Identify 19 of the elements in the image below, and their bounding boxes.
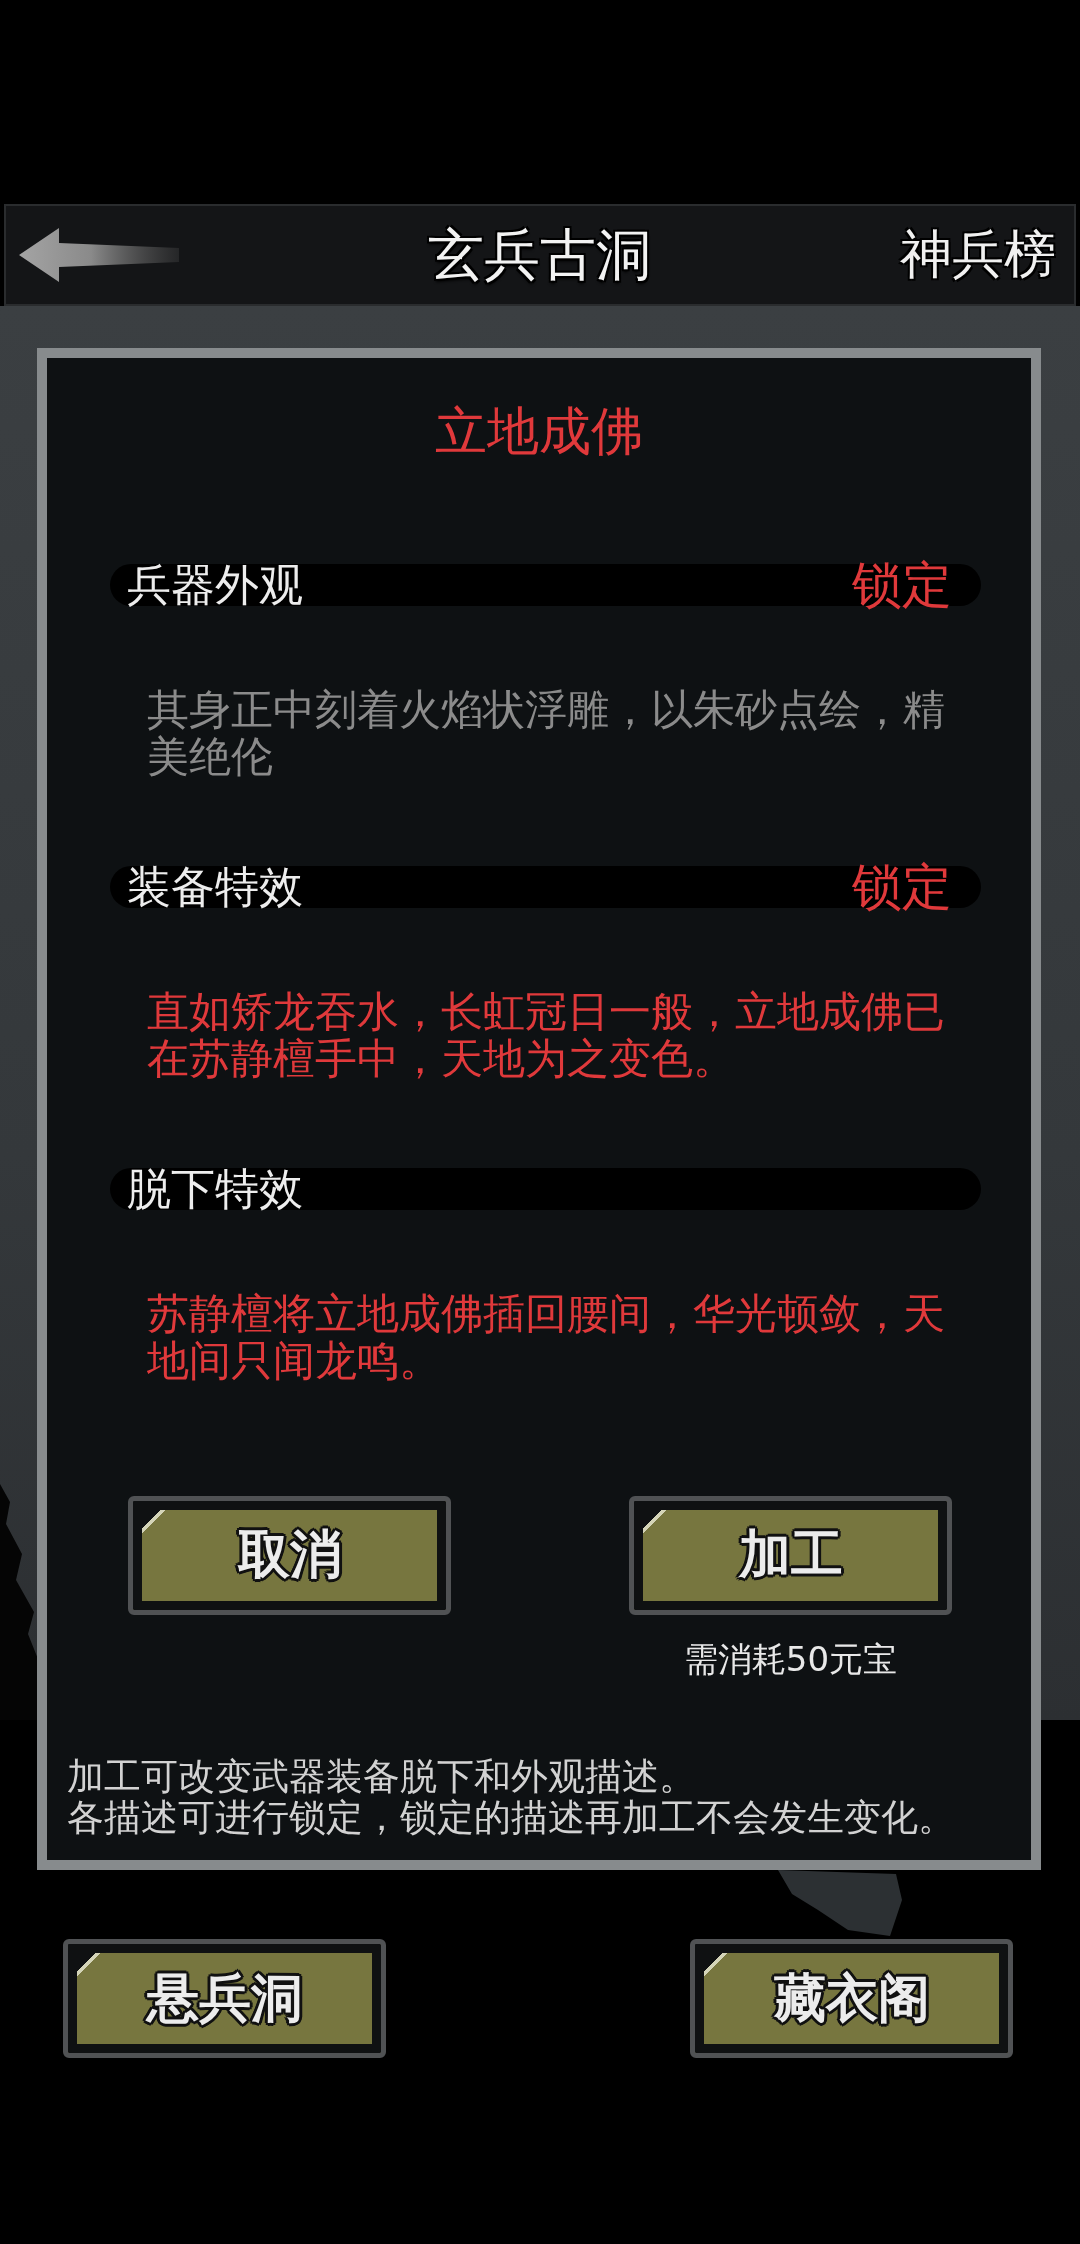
process-button[interactable]: 加工 bbox=[629, 1495, 952, 1615]
nav-button[interactable]: 悬兵洞 bbox=[63, 1939, 386, 2058]
cost-note: 需消耗50元宝 bbox=[683, 1638, 898, 1680]
section-title: 兵器外观 bbox=[127, 562, 303, 607]
lock-button[interactable]: 锁定 bbox=[852, 861, 952, 912]
cancel-button[interactable]: 取消 bbox=[128, 1495, 451, 1615]
footnote-text: 各描述可进行锁定，锁定的描述再加工不会发生变化。 bbox=[67, 1797, 956, 1838]
lock-button[interactable]: 锁定 bbox=[852, 559, 952, 610]
dialog-title: 立地成佛 bbox=[435, 402, 643, 462]
page-title: 玄兵古洞 bbox=[428, 224, 652, 286]
back-arrow-icon[interactable] bbox=[19, 227, 179, 283]
ranking-link[interactable]: 神兵榜 bbox=[900, 226, 1056, 284]
section-title: 脱下特效 bbox=[127, 1166, 303, 1211]
footnote-text: 加工可改变武器装备脱下和外观描述。 bbox=[67, 1756, 697, 1797]
section-description: 直如矫龙吞水，长虹冠日一般，立地成佛已在苏静檀手中，天地为之变色。 bbox=[147, 987, 946, 1082]
section-description: 其身正中刻着火焰状浮雕，以朱砂点绘，精美绝伦 bbox=[147, 685, 946, 780]
nav-button[interactable]: 藏衣阁 bbox=[690, 1939, 1013, 2058]
section-title: 装备特效 bbox=[127, 864, 303, 909]
section-description: 苏静檀将立地成佛插回腰间，华光顿敛，天地间只闻龙鸣。 bbox=[147, 1289, 946, 1384]
